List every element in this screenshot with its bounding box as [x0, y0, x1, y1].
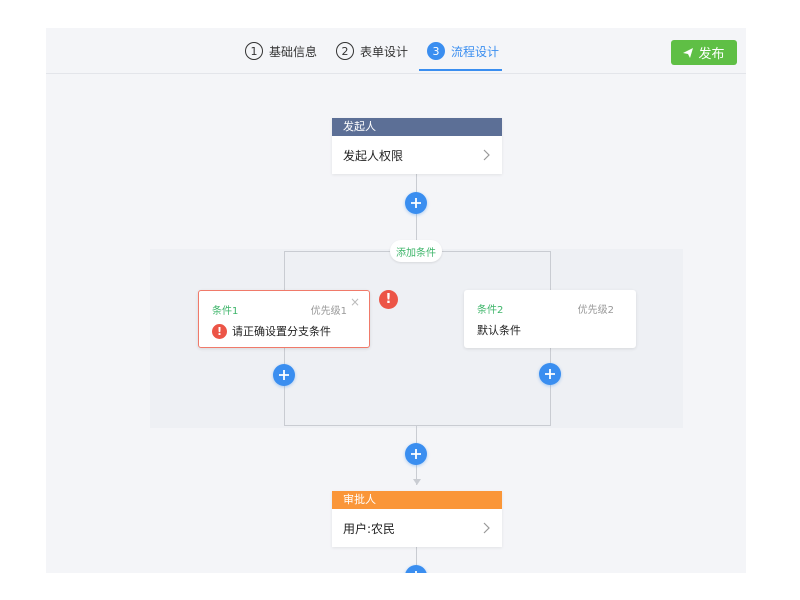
condition-name: 条件2 [477, 305, 504, 316]
plus-icon [545, 369, 555, 379]
plus-icon [411, 198, 421, 208]
add-node-button[interactable] [539, 363, 561, 385]
condition-priority: 优先级1 [310, 306, 347, 317]
connector-line [550, 251, 551, 291]
flow-designer: 1 基础信息 2 表单设计 3 流程设计 发布 发起人 发起人权限 添加条件 条… [46, 28, 746, 573]
add-condition-button[interactable]: 添加条件 [390, 240, 442, 262]
error-icon: ! [379, 290, 398, 309]
connector-line [284, 425, 551, 426]
condition-text: 默认条件 [477, 324, 521, 337]
chevron-right-icon [483, 522, 490, 534]
condition-name: 条件1 [212, 306, 239, 317]
connector-line [284, 251, 285, 291]
connector-line [550, 347, 551, 426]
condition-text: 请正确设置分支条件 [232, 325, 331, 338]
step-number: 3 [427, 42, 445, 60]
approver-node-header: 审批人 [332, 491, 502, 509]
step-label: 基础信息 [269, 44, 318, 59]
step-form-design[interactable]: 2 表单设计 [336, 40, 408, 62]
condition-card[interactable]: 条件2 优先级2 默认条件 [464, 290, 636, 348]
top-bar: 1 基础信息 2 表单设计 3 流程设计 发布 [46, 28, 746, 74]
plus-icon [415, 571, 417, 573]
step-label: 流程设计 [451, 44, 500, 59]
connector-line [284, 347, 285, 426]
close-icon[interactable]: × [350, 295, 360, 309]
send-icon [683, 47, 694, 58]
condition-card[interactable]: 条件1 优先级1 × ! 请正确设置分支条件 [198, 290, 370, 348]
add-node-button[interactable] [405, 443, 427, 465]
start-node-body: 发起人权限 [332, 136, 502, 174]
approver-node-body: 用户:农民 [332, 509, 502, 547]
publish-button[interactable]: 发布 [671, 40, 737, 65]
approver-node-label: 用户:农民 [343, 521, 396, 536]
plus-icon [279, 370, 289, 380]
add-node-button[interactable] [273, 364, 295, 386]
active-step-indicator [419, 69, 502, 71]
step-flow-design[interactable]: 3 流程设计 [427, 40, 499, 62]
chevron-right-icon [483, 149, 490, 161]
start-node-header: 发起人 [332, 118, 502, 136]
add-node-button[interactable] [405, 192, 427, 214]
condition-content: 默认条件 [477, 322, 521, 338]
publish-label: 发布 [698, 47, 725, 62]
start-node-label: 发起人权限 [343, 148, 404, 163]
condition-content: ! 请正确设置分支条件 [212, 323, 331, 339]
step-number: 2 [336, 42, 354, 60]
step-basic-info[interactable]: 1 基础信息 [245, 40, 317, 62]
plus-icon [411, 449, 421, 459]
approver-node[interactable]: 审批人 用户:农民 [332, 491, 502, 547]
step-number: 1 [245, 42, 263, 60]
add-node-button[interactable] [405, 565, 427, 573]
start-node[interactable]: 发起人 发起人权限 [332, 118, 502, 174]
step-label: 表单设计 [360, 44, 409, 59]
arrow-down-icon [413, 479, 421, 485]
error-icon: ! [212, 323, 227, 339]
condition-priority: 优先级2 [577, 305, 614, 316]
